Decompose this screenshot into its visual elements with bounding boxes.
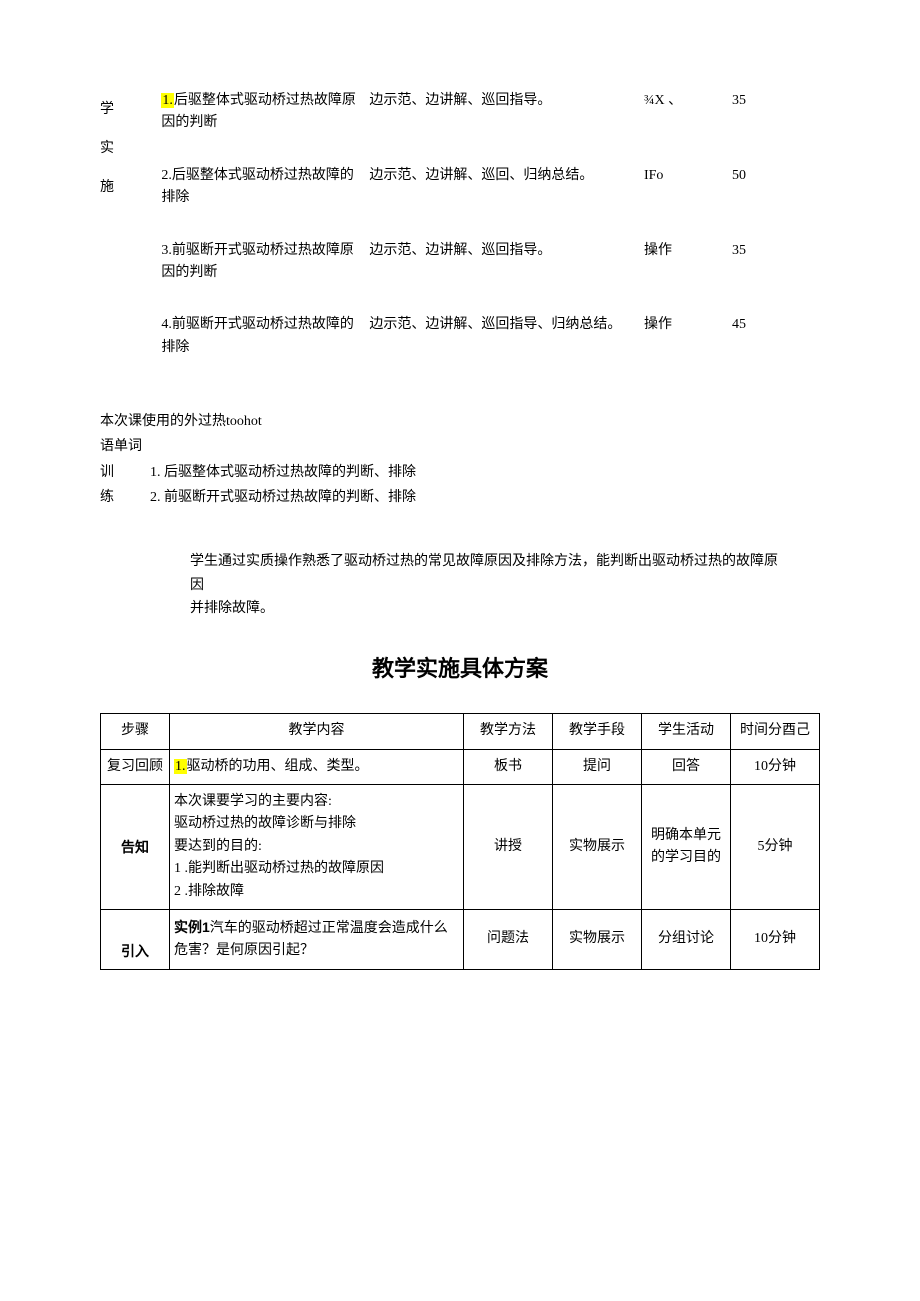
- train-label-2: 练: [100, 485, 150, 510]
- summary-p1: 学生通过实质操作熟悉了驱动桥过热的常见故障原因及排除方法，能判断出驱动桥过热的故…: [190, 550, 780, 598]
- cell-means: 实物展示: [553, 785, 642, 910]
- th-step: 步骤: [101, 714, 170, 749]
- train-label-1: 训: [100, 460, 150, 485]
- upper-row-item: 操作: [644, 240, 732, 315]
- cell-content: 1.驱动桥的功用、组成、类型。: [170, 749, 464, 784]
- content-line: 驱动桥过热的故障诊断与排除: [174, 813, 459, 835]
- example-label: 实例1: [174, 919, 210, 935]
- train-line-2: 2. 前驱断开式驱动桥过热故障的判断、排除: [150, 485, 820, 510]
- summary-block: 学生通过实质操作熟悉了驱动桥过热的常见故障原因及排除方法，能判断出驱动桥过热的故…: [190, 550, 780, 621]
- cell-content-text: 驱动桥的功用、组成、类型。: [187, 759, 369, 774]
- upper-row-method: 边示范、边讲解、巡回指导、归纳总结。: [369, 314, 644, 389]
- upper-row-content: 3.前驱断开式驱动桥过热故障原因的判断: [161, 240, 369, 315]
- upper-row-method: 边示范、边讲解、巡回指导。: [369, 90, 644, 165]
- plan-header-row: 步骤 教学内容 教学方法 教学手段 学生活动 时间分酉己: [101, 714, 820, 749]
- highlight-num: 1.: [174, 759, 187, 774]
- table-row: 引入 实例1汽车的驱动桥超过正常温度会造成什么危害？是何原因引起？ 问题法 实物…: [101, 910, 820, 970]
- cell-content: 本次课要学习的主要内容: 驱动桥过热的故障诊断与排除 要达到的目的: 1 .能判…: [170, 785, 464, 910]
- upper-row-time: 35: [732, 240, 820, 315]
- table-row: 告知 本次课要学习的主要内容: 驱动桥过热的故障诊断与排除 要达到的目的: 1 …: [101, 785, 820, 910]
- upper-row-method: 边示范、边讲解、巡回、归纳总结。: [369, 165, 644, 240]
- vocab-line-1: 本次课使用的外过热toohot: [100, 409, 820, 434]
- content-line: 2 .排除故障: [174, 881, 459, 903]
- cell-time: 5分钟: [731, 785, 820, 910]
- th-method: 教学方法: [464, 714, 553, 749]
- cell-step: 引入: [101, 910, 170, 970]
- upper-row-content: 2.后驱整体式驱动桥过热故障的排除: [161, 165, 369, 240]
- cell-time: 10分钟: [731, 910, 820, 970]
- th-content: 教学内容: [170, 714, 464, 749]
- plan-table: 步骤 教学内容 教学方法 教学手段 学生活动 时间分酉己 复习回顾 1.驱动桥的…: [100, 713, 820, 970]
- th-means: 教学手段: [553, 714, 642, 749]
- highlight-num-1: 1.: [161, 93, 174, 108]
- upper-table: 1.后驱整体式驱动桥过热故障原因的判断 边示范、边讲解、巡回指导。 ¾X 、 3…: [100, 90, 820, 389]
- train-line-1: 1. 后驱整体式驱动桥过热故障的判断、排除: [150, 460, 820, 485]
- vocab-line-2: 语单词: [100, 434, 820, 459]
- th-time: 时间分酉己: [731, 714, 820, 749]
- upper-row-item: ¾X 、: [644, 90, 732, 165]
- vocab-block: 本次课使用的外过热toohot 语单词 训 1. 后驱整体式驱动桥过热故障的判断…: [100, 409, 820, 510]
- upper-row-item: 操作: [644, 314, 732, 389]
- th-activity: 学生活动: [642, 714, 731, 749]
- cell-content: 实例1汽车的驱动桥超过正常温度会造成什么危害？是何原因引起？: [170, 910, 464, 970]
- cell-step: 复习回顾: [101, 749, 170, 784]
- table-row: 复习回顾 1.驱动桥的功用、组成、类型。 板书 提问 回答 10分钟: [101, 749, 820, 784]
- upper-row-method: 边示范、边讲解、巡回指导。: [369, 240, 644, 315]
- cell-method: 问题法: [464, 910, 553, 970]
- upper-row-time: 45: [732, 314, 820, 389]
- summary-p2: 并排除故障。: [190, 597, 780, 621]
- upper-row-content: 1.后驱整体式驱动桥过热故障原因的判断: [161, 90, 369, 165]
- upper-row-time: 50: [732, 165, 820, 240]
- upper-row-time: 35: [732, 90, 820, 165]
- content-line: 本次课要学习的主要内容:: [174, 791, 459, 813]
- vlabel-ch-xue: 学: [100, 90, 120, 129]
- cell-activity: 明确本单元的学习目的: [642, 785, 731, 910]
- upper-row-item: IFo: [644, 165, 732, 240]
- plan-title: 教学实施具体方案: [100, 651, 820, 683]
- cell-step: 告知: [101, 785, 170, 910]
- cell-method: 讲授: [464, 785, 553, 910]
- content-line: 1 .能判断出驱动桥过热的故障原因: [174, 858, 459, 880]
- upper-row-content: 4.前驱断开式驱动桥过热故障的排除: [161, 314, 369, 389]
- vlabel-ch-shi: 实: [100, 129, 120, 168]
- vertical-label: 学 实 施: [100, 90, 120, 208]
- content-line: 要达到的目的:: [174, 836, 459, 858]
- cell-activity: 分组讨论: [642, 910, 731, 970]
- cell-method: 板书: [464, 749, 553, 784]
- cell-content-text: 汽车的驱动桥超过正常温度会造成什么危害？是何原因引起？: [174, 921, 448, 958]
- upper-row-0-text: 后驱整体式驱动桥过热故障原因的判断: [161, 93, 356, 130]
- cell-means: 实物展示: [553, 910, 642, 970]
- cell-activity: 回答: [642, 749, 731, 784]
- cell-means: 提问: [553, 749, 642, 784]
- cell-time: 10分钟: [731, 749, 820, 784]
- vlabel-ch-shi2: 施: [100, 168, 120, 207]
